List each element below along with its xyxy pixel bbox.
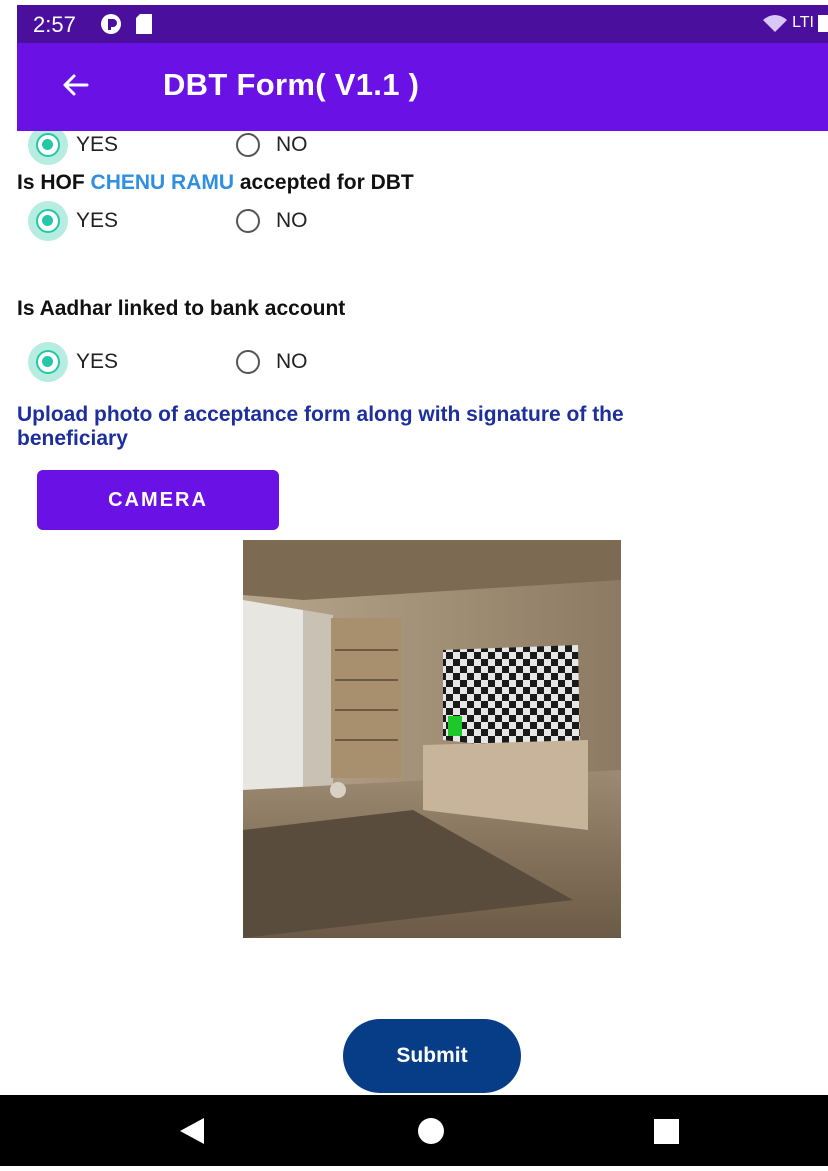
upload-instruction-line1: Upload photo of acceptance form along wi… <box>17 403 624 426</box>
wifi-icon <box>763 15 788 32</box>
back-arrow-icon[interactable] <box>55 65 95 105</box>
status-bar: 2:57 LTI <box>17 5 828 43</box>
radio-yes-q1[interactable]: YES <box>28 201 118 241</box>
radio-label-no: NO <box>276 350 308 373</box>
radio-no-q0[interactable]: NO <box>228 131 308 165</box>
radio-button-unchecked[interactable] <box>236 350 260 374</box>
question-prefix: Is HOF <box>17 171 85 194</box>
sd-card-icon <box>136 14 152 34</box>
battery-icon <box>818 15 828 32</box>
radio-label-yes: YES <box>76 133 119 156</box>
radio-group-q0: YES NO <box>28 131 388 165</box>
nav-recents-icon[interactable] <box>654 1119 679 1144</box>
radio-label-yes: YES <box>76 350 119 373</box>
upload-instruction-line2: beneficiary <box>17 427 128 450</box>
network-label: LTI <box>792 14 814 31</box>
upload-instruction: Upload photo of acceptance form along wi… <box>17 403 828 451</box>
radio-no-q2[interactable]: NO <box>228 342 308 382</box>
page-title: DBT Form( V1.1 ) <box>163 67 420 102</box>
radio-button-unchecked[interactable] <box>236 209 260 233</box>
radio-button-checked[interactable] <box>36 209 60 233</box>
question-hof-accepted: Is HOF CHENU RAMU accepted for DBT <box>17 171 414 195</box>
radio-no-q1[interactable]: NO <box>228 201 308 241</box>
hof-name: CHENU RAMU <box>90 171 235 194</box>
status-time: 2:57 <box>33 12 76 37</box>
submit-button[interactable]: Submit <box>343 1019 521 1093</box>
question-suffix: accepted for DBT <box>239 171 414 194</box>
question-aadhar-linked: Is Aadhar linked to bank account <box>17 297 346 320</box>
nav-home-icon[interactable] <box>418 1118 444 1144</box>
status-right: LTI <box>762 13 828 33</box>
radio-label-no: NO <box>276 209 308 232</box>
radio-group-q1: YES NO <box>28 201 388 241</box>
nav-buttons <box>180 1118 679 1144</box>
captured-photo-preview <box>243 540 621 938</box>
app-bar: DBT Form( V1.1 ) <box>17 43 828 131</box>
radio-button-checked[interactable] <box>36 133 60 157</box>
radio-yes-q0[interactable]: YES <box>28 131 118 165</box>
camera-button[interactable]: CAMERA <box>37 470 279 530</box>
radio-label-no: NO <box>276 133 308 156</box>
nav-back-icon[interactable] <box>180 1118 204 1144</box>
radio-button-unchecked[interactable] <box>236 133 260 157</box>
radio-group-q2: YES NO <box>28 342 388 382</box>
form-content[interactable]: YES NO Is HOF CHENU RAMU accepted for DB… <box>0 131 828 1095</box>
radio-yes-q2[interactable]: YES <box>28 342 118 382</box>
system-nav-bar <box>0 1095 828 1166</box>
radio-label-yes: YES <box>76 209 119 232</box>
notification-icon <box>101 14 121 34</box>
radio-button-checked[interactable] <box>36 350 60 374</box>
